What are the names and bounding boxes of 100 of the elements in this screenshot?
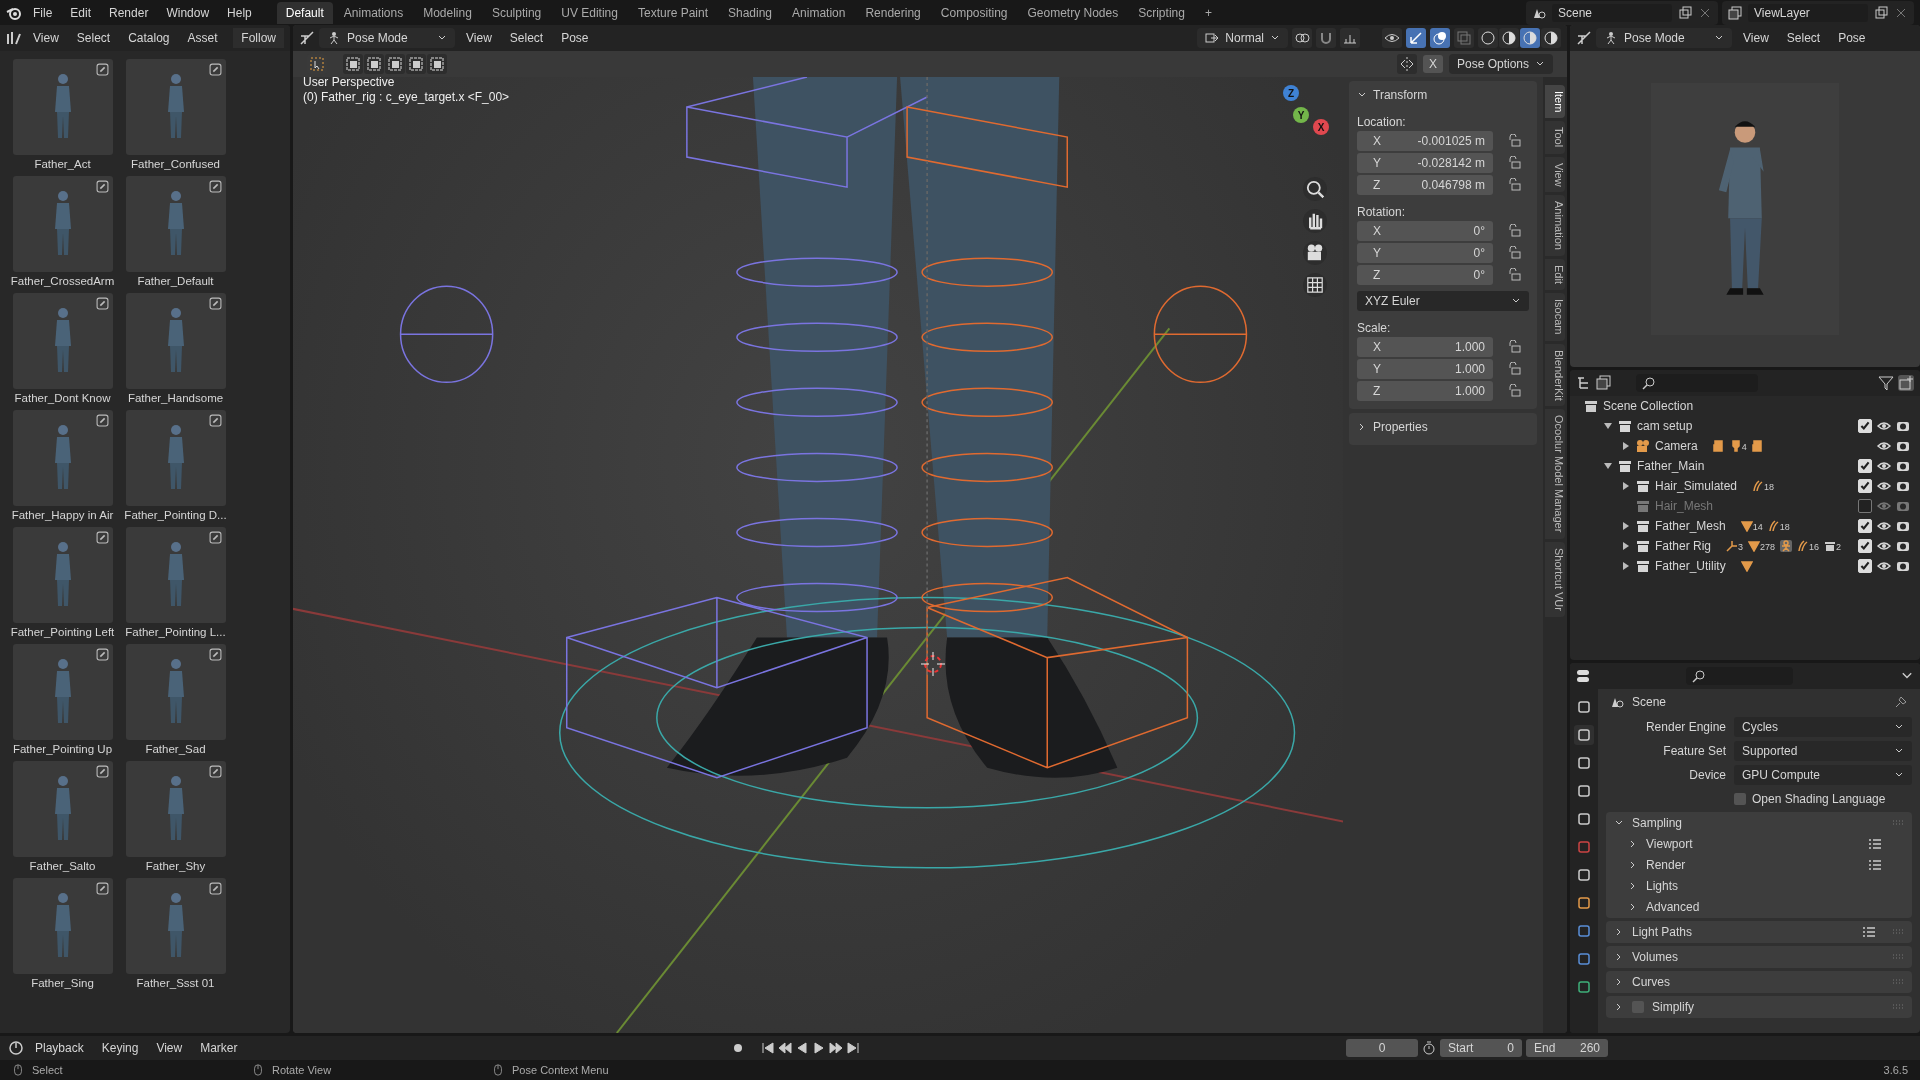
mirror-icon[interactable] <box>1396 54 1417 74</box>
subpanel-header[interactable]: Viewport <box>1614 833 1904 854</box>
outliner-item[interactable]: Camera <box>1655 439 1698 453</box>
expand-arrow-icon[interactable] <box>1621 561 1631 571</box>
edit-icon[interactable] <box>95 765 109 778</box>
follow-button[interactable]: Follow <box>233 28 284 48</box>
mode-dropdown[interactable]: Pose Mode <box>319 28 455 48</box>
editor-type-icon[interactable] <box>299 30 315 46</box>
edit-icon[interactable] <box>208 63 222 76</box>
rotation-mode-dropdown[interactable]: XYZ Euler <box>1357 291 1529 311</box>
camera-icon[interactable] <box>1303 241 1327 265</box>
sidebar-tab[interactable]: Shortcut VUr <box>1545 541 1565 617</box>
copy-icon[interactable] <box>1874 5 1888 20</box>
camera-render-icon[interactable] <box>1896 479 1910 493</box>
workspace-tab[interactable]: Animation <box>783 1 855 24</box>
lock-icon[interactable] <box>1507 268 1521 282</box>
sidebar-tab[interactable]: BlenderKit <box>1545 343 1565 407</box>
editor-type-icon[interactable] <box>8 1040 24 1056</box>
eye-icon[interactable] <box>1877 439 1891 453</box>
lock-icon[interactable] <box>1507 156 1521 170</box>
panel-header[interactable]: Sampling <box>1614 813 1904 833</box>
playback-control-icon[interactable] <box>760 1041 775 1055</box>
number-field[interactable]: Z 1.000 <box>1357 381 1493 401</box>
eye-icon[interactable] <box>1877 519 1891 533</box>
axis-label[interactable]: Y <box>1293 107 1309 123</box>
select-mode-icon[interactable] <box>427 54 447 74</box>
pin-icon[interactable] <box>1894 695 1908 709</box>
expand-arrow-icon[interactable] <box>1621 521 1631 531</box>
menu-item[interactable]: Edit <box>63 3 99 22</box>
camera-render-icon[interactable] <box>1896 559 1910 573</box>
search-field[interactable] <box>1686 667 1793 685</box>
menu-item[interactable]: Select <box>69 29 118 47</box>
thumbnail-placeholder[interactable] <box>12 176 113 272</box>
edit-icon[interactable] <box>95 180 109 193</box>
lock-icon[interactable] <box>1507 384 1521 398</box>
number-field[interactable]: Y 0° <box>1357 243 1493 263</box>
menu-item[interactable]: Window <box>159 3 217 22</box>
search-field[interactable] <box>1636 374 1758 392</box>
number-field[interactable]: Y -0.028142 m <box>1357 153 1493 173</box>
edit-icon[interactable] <box>208 180 222 193</box>
eye-icon[interactable] <box>1877 479 1891 493</box>
outliner-item[interactable]: cam setup <box>1637 419 1693 433</box>
outliner-item[interactable]: Father_Main <box>1637 459 1705 473</box>
lock-icon[interactable] <box>1507 362 1521 376</box>
workspace-tab[interactable]: Sculpting <box>482 1 551 24</box>
playback-control-icon[interactable] <box>811 1041 826 1055</box>
edit-icon[interactable] <box>208 414 222 427</box>
menu-item[interactable]: Select <box>1779 29 1828 47</box>
menu-item[interactable]: View <box>149 1039 190 1057</box>
axis-label[interactable]: Z <box>1283 85 1299 101</box>
outliner-item[interactable]: Father Rig <box>1655 539 1712 553</box>
number-field[interactable]: X 1.000 <box>1357 337 1493 357</box>
thumbnail-placeholder[interactable] <box>12 644 113 740</box>
thumbnail-placeholder[interactable] <box>125 761 226 857</box>
new-collection-icon[interactable] <box>1898 375 1914 391</box>
workspace-tab[interactable]: UV Editing <box>552 1 627 24</box>
menu-item[interactable]: View <box>1736 29 1776 47</box>
camera-render-icon[interactable] <box>1896 519 1910 533</box>
start-frame-field[interactable]: Start 0 <box>1440 1039 1522 1057</box>
expand-arrow-icon[interactable] <box>1621 441 1631 451</box>
select-mode-icon[interactable] <box>364 54 384 74</box>
thumbnail-placeholder[interactable] <box>125 644 226 740</box>
subpanel-header[interactable]: Render <box>1614 854 1904 875</box>
eye-icon[interactable] <box>1877 539 1891 553</box>
outliner-item[interactable]: Father_Utility <box>1655 559 1726 573</box>
thumbnail-placeholder[interactable] <box>12 761 113 857</box>
dropdown-field[interactable]: GPU Compute <box>1734 764 1912 785</box>
thumbnail-placeholder[interactable] <box>12 527 113 623</box>
thumbnail-placeholder[interactable] <box>12 293 113 389</box>
menu-item[interactable]: Help <box>220 3 259 22</box>
sidebar-tab[interactable]: View <box>1545 156 1565 193</box>
thumbnail-placeholder[interactable] <box>125 878 226 974</box>
subpanel-header[interactable]: Advanced <box>1614 896 1904 917</box>
select-mode-icon[interactable] <box>406 54 426 74</box>
proportional-icon[interactable] <box>1340 28 1360 48</box>
subpanel-header[interactable]: Lights <box>1614 875 1904 896</box>
workspace-tab[interactable]: Shading <box>719 1 782 24</box>
menu-item[interactable]: Asset <box>180 29 225 47</box>
thumbnail-placeholder[interactable] <box>125 59 226 155</box>
edit-icon[interactable] <box>208 882 222 895</box>
workspace-tab[interactable]: Compositing <box>931 1 1017 24</box>
view-layer-selector[interactable]: ViewLayer <box>1722 0 1914 25</box>
edit-icon[interactable] <box>95 414 109 427</box>
camera-render-icon[interactable] <box>1896 419 1910 433</box>
edit-icon[interactable] <box>95 531 109 544</box>
edit-icon[interactable] <box>95 882 109 895</box>
workspace-tab[interactable]: Scripting <box>1129 1 1194 24</box>
menu-item[interactable]: Keying <box>94 1039 146 1057</box>
edit-icon[interactable] <box>208 297 222 310</box>
playback-control-icon[interactable] <box>828 1041 843 1055</box>
presets-list-icon[interactable] <box>1868 857 1882 872</box>
presets-list-icon[interactable] <box>1862 925 1876 939</box>
menu-item[interactable]: Pose <box>1831 29 1873 47</box>
scene-selector[interactable]: Scene <box>1526 0 1718 25</box>
lock-icon[interactable] <box>1507 224 1521 238</box>
lock-icon[interactable] <box>1507 134 1521 148</box>
grid-icon[interactable] <box>1303 273 1327 297</box>
hand-icon[interactable] <box>1303 209 1327 233</box>
drag-handle-icon[interactable] <box>1892 820 1904 826</box>
camera-render-icon[interactable] <box>1896 439 1910 453</box>
